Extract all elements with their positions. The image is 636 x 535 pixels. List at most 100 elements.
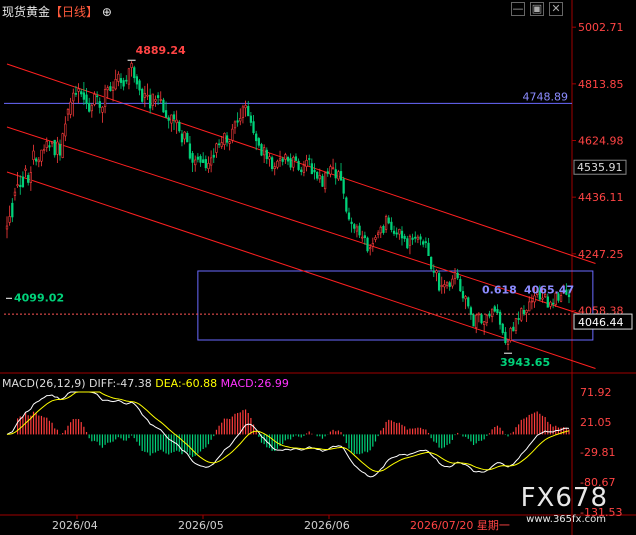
- candle-body: [411, 237, 414, 240]
- candle-body: [82, 92, 86, 100]
- macd-dea-value: DEA:-60.88: [155, 377, 218, 390]
- close-icon[interactable]: ✕: [549, 2, 563, 16]
- candle-body: [11, 202, 14, 218]
- candle-body: [135, 76, 139, 85]
- candle-body: [345, 197, 348, 212]
- candle-body: [154, 99, 157, 102]
- candle-body: [509, 327, 512, 341]
- candle-body: [451, 278, 454, 287]
- macd-dea-line: [6, 391, 570, 472]
- macd-tick-label: -29.81: [580, 446, 615, 459]
- candle-body: [448, 282, 451, 287]
- candle-body: [130, 63, 133, 68]
- candle-body: [40, 149, 43, 162]
- candle-body: [50, 141, 54, 144]
- candle-body: [247, 106, 250, 117]
- candle-body: [27, 175, 30, 183]
- candle-body: [461, 291, 465, 299]
- candle-body: [239, 118, 242, 122]
- candle-body: [186, 133, 189, 143]
- x-tick-label: 2026/07/20 星期一: [410, 519, 510, 532]
- candle-body: [149, 94, 152, 109]
- restore-icon[interactable]: ▣: [530, 2, 544, 16]
- candle-body: [528, 301, 531, 312]
- minimize-icon[interactable]: —: [511, 2, 525, 16]
- candle-body: [241, 106, 245, 119]
- candle-body: [390, 221, 393, 230]
- candle-body: [180, 133, 184, 143]
- candle-body: [480, 314, 483, 324]
- candle-body: [217, 143, 221, 146]
- candle-body: [467, 297, 470, 307]
- candle-body: [146, 94, 149, 97]
- candle-body: [72, 92, 75, 102]
- level-label-2: 4535.91: [577, 161, 623, 174]
- candle-body: [453, 272, 457, 279]
- candle-body: [188, 143, 192, 159]
- candle-body: [117, 73, 120, 82]
- candle-body: [228, 141, 231, 144]
- timeframe-label[interactable]: 【日线】: [50, 5, 98, 19]
- macd-tick-label: 71.92: [580, 386, 612, 399]
- candle-body: [276, 160, 279, 168]
- candle-body: [204, 159, 207, 169]
- candle-body: [300, 169, 303, 172]
- candle-body: [106, 87, 109, 91]
- candle-body: [313, 169, 316, 173]
- axis-labels: 5002.714813.854624.984436.114247.254058.…: [52, 21, 633, 532]
- candle-body: [249, 115, 253, 123]
- candle-body: [382, 226, 385, 233]
- candle-body: [355, 226, 359, 232]
- candle-body: [56, 141, 59, 155]
- x-tick-label: 2026/04: [52, 519, 98, 532]
- candle-body: [252, 121, 255, 133]
- candle-body: [151, 93, 154, 106]
- candle-body: [498, 311, 502, 325]
- candle-body: [172, 114, 176, 120]
- candle-body: [294, 156, 298, 161]
- candle-body: [530, 300, 534, 303]
- candle-body: [196, 156, 199, 160]
- candle-body: [361, 236, 364, 239]
- candle-body: [223, 133, 226, 146]
- candle-body: [403, 235, 406, 239]
- price-annotation: 3943.65: [500, 356, 550, 369]
- candle-body: [533, 295, 536, 303]
- candle-body: [432, 270, 435, 273]
- candle-body: [69, 101, 72, 115]
- macd-diff-value: DIFF:-47.38: [89, 377, 152, 390]
- candle-body: [133, 67, 136, 79]
- candle-body: [45, 141, 48, 148]
- candle-body: [329, 166, 332, 175]
- candle-body: [236, 120, 239, 123]
- candle-body: [143, 93, 146, 98]
- candle-body: [260, 144, 263, 156]
- crosshair-icon[interactable]: ⊕: [102, 5, 112, 19]
- candle-body: [472, 314, 475, 327]
- candle-body: [520, 308, 523, 321]
- candle-body: [419, 236, 422, 240]
- candle-body: [244, 105, 247, 109]
- candle-body: [490, 308, 494, 317]
- candle-body: [127, 68, 131, 85]
- candle-body: [353, 224, 356, 229]
- candle-body: [85, 94, 88, 104]
- candle-body: [424, 241, 427, 243]
- candle-body: [194, 159, 197, 166]
- candle-body: [488, 313, 491, 317]
- candle-body: [231, 128, 234, 141]
- macd-header: MACD(26,12,9) DIFF:-47.38 DEA:-60.88 MAC…: [2, 377, 289, 390]
- candle-body: [183, 131, 186, 140]
- candle-body: [387, 217, 390, 224]
- candle-body: [501, 323, 504, 334]
- candle-body: [541, 297, 544, 300]
- candle-body: [559, 295, 563, 302]
- price-annotation: 4065.47: [524, 283, 574, 296]
- instrument-title: 现货黄金: [2, 5, 51, 19]
- candle-body: [475, 314, 478, 329]
- candle-body: [164, 110, 168, 118]
- candle-body: [456, 272, 459, 279]
- candle-body: [215, 143, 218, 153]
- candle-body: [42, 148, 46, 151]
- candle-body: [435, 270, 438, 274]
